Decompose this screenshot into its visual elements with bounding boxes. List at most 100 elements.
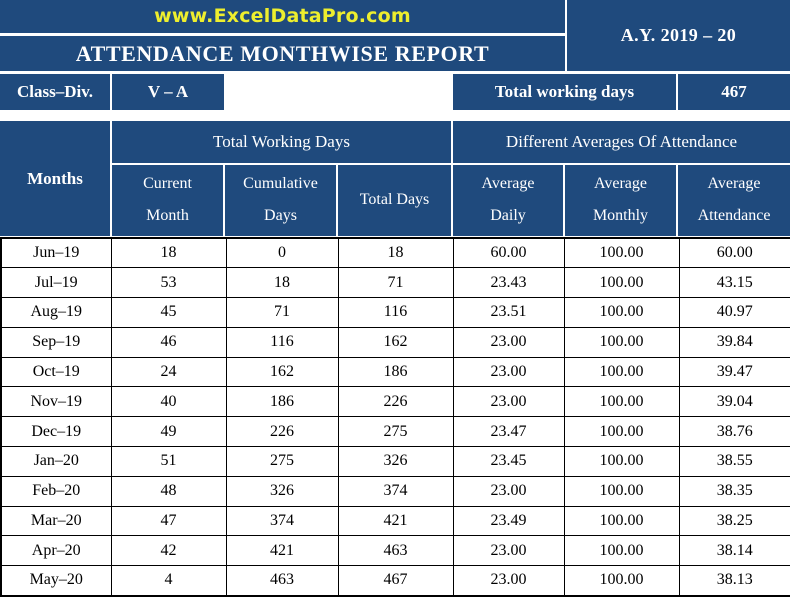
table-row: Aug–19 45 71 116 23.51 100.00 40.97	[0, 297, 790, 328]
cell-average-attendance: 39.84	[678, 326, 790, 358]
cell-month: Jul–19	[0, 267, 112, 299]
column-header-months: Months	[0, 121, 110, 236]
table-row: Feb–20 48 326 374 23.00 100.00 38.35	[0, 475, 790, 507]
column-header-average-monthly: Average Monthly	[565, 165, 676, 236]
cell-average-daily: 23.00	[452, 356, 565, 388]
attendance-report-sheet: www.ExcelDataPro.com ATTENDANCE MONTHWIS…	[0, 0, 790, 601]
table-row: Mar–20 47 374 421 23.49 100.00 38.25	[0, 505, 790, 537]
column-header-line2: Attendance	[697, 206, 771, 224]
cell-average-daily: 23.51	[452, 297, 565, 328]
cell-total-days: 421	[337, 505, 454, 537]
cell-cumulative-days: 226	[225, 416, 339, 448]
cell-cumulative-days: 421	[225, 535, 339, 567]
cell-average-attendance: 43.15	[678, 267, 790, 299]
cell-total-days: 326	[337, 446, 454, 477]
cell-total-days: 374	[337, 475, 454, 507]
cell-current-month: 24	[110, 356, 227, 388]
cell-average-daily: 23.49	[452, 505, 565, 537]
cell-current-month: 48	[110, 475, 227, 507]
column-header-line1: Cumulative	[243, 175, 318, 193]
group-header-total-working-days: Total Working Days	[112, 121, 451, 163]
cell-average-daily: 23.00	[452, 565, 565, 597]
table-row: Dec–19 49 226 275 23.47 100.00 38.76	[0, 416, 790, 448]
cell-month: Jan–20	[0, 446, 112, 477]
cell-current-month: 45	[110, 297, 227, 328]
cell-average-monthly: 100.00	[563, 326, 680, 358]
column-header-average-daily: Average Daily	[453, 165, 563, 236]
cell-total-days: 18	[337, 237, 454, 269]
cell-current-month: 40	[110, 386, 227, 418]
cell-current-month: 4	[110, 565, 227, 597]
cell-cumulative-days: 162	[225, 356, 339, 388]
table-row: May–20 4 463 467 23.00 100.00 38.13	[0, 565, 790, 597]
cell-total-days: 71	[337, 267, 454, 299]
cell-month: Sep–19	[0, 326, 112, 358]
cell-cumulative-days: 374	[225, 505, 339, 537]
cell-month: Aug–19	[0, 297, 112, 328]
cell-average-attendance: 38.55	[678, 446, 790, 477]
cell-average-daily: 23.43	[452, 267, 565, 299]
cell-total-days: 463	[337, 535, 454, 567]
cell-average-monthly: 100.00	[563, 565, 680, 597]
cell-average-monthly: 100.00	[563, 297, 680, 328]
cell-cumulative-days: 18	[225, 267, 339, 299]
cell-average-attendance: 38.76	[678, 416, 790, 448]
column-header-line2: Days	[264, 206, 297, 224]
cell-average-daily: 23.00	[452, 326, 565, 358]
cell-average-attendance: 38.25	[678, 505, 790, 537]
group-header-different-averages: Different Averages Of Attendance	[453, 121, 790, 163]
cell-month: Jun–19	[0, 237, 112, 269]
cell-average-daily: 23.45	[452, 446, 565, 477]
cell-average-monthly: 100.00	[563, 446, 680, 477]
cell-average-monthly: 100.00	[563, 535, 680, 567]
column-header-total-days: Total Days	[338, 165, 451, 236]
cell-average-daily: 23.00	[452, 386, 565, 418]
table-row: Jul–19 53 18 71 23.43 100.00 43.15	[0, 267, 790, 299]
column-header-current-month: Current Month	[112, 165, 223, 236]
cell-average-monthly: 100.00	[563, 475, 680, 507]
column-header-line1: Total Days	[359, 191, 430, 209]
cell-month: May–20	[0, 565, 112, 597]
cell-average-monthly: 100.00	[563, 237, 680, 269]
cell-month: Dec–19	[0, 416, 112, 448]
cell-month: Mar–20	[0, 505, 112, 537]
cell-average-attendance: 39.47	[678, 356, 790, 388]
cell-total-days: 275	[337, 416, 454, 448]
cell-average-attendance: 38.14	[678, 535, 790, 567]
column-header-line1: Average	[594, 175, 647, 193]
cell-total-days: 116	[337, 297, 454, 328]
class-div-value[interactable]: V – A	[112, 74, 224, 110]
column-header-line1: Current	[143, 175, 192, 193]
cell-month: Oct–19	[0, 356, 112, 388]
table-row: Jan–20 51 275 326 23.45 100.00 38.55	[0, 446, 790, 477]
table-row: Nov–19 40 186 226 23.00 100.00 39.04	[0, 386, 790, 418]
page-title: ATTENDANCE MONTHWISE REPORT	[0, 36, 565, 71]
cell-average-daily: 23.00	[452, 535, 565, 567]
cell-average-attendance: 38.35	[678, 475, 790, 507]
table-row: Jun–19 18 0 18 60.00 100.00 60.00	[0, 237, 790, 269]
total-working-days-label: Total working days	[453, 74, 676, 110]
cell-average-daily: 60.00	[452, 237, 565, 269]
cell-average-attendance: 40.97	[678, 297, 790, 328]
cell-current-month: 18	[110, 237, 227, 269]
column-header-line1: Average	[481, 175, 535, 193]
cell-cumulative-days: 275	[225, 446, 339, 477]
cell-average-monthly: 100.00	[563, 356, 680, 388]
cell-cumulative-days: 71	[225, 297, 339, 328]
table-row: Oct–19 24 162 186 23.00 100.00 39.47	[0, 356, 790, 388]
cell-average-attendance: 38.13	[678, 565, 790, 597]
cell-month: Nov–19	[0, 386, 112, 418]
cell-current-month: 47	[110, 505, 227, 537]
cell-average-monthly: 100.00	[563, 386, 680, 418]
cell-month: Apr–20	[0, 535, 112, 567]
column-header-line1: Average	[707, 175, 761, 193]
attendance-data-table: Jun–19 18 0 18 60.00 100.00 60.00 Jul–19 53 18 71 2…	[0, 237, 790, 597]
column-header-average-attendance: Average Attendance	[678, 165, 790, 236]
class-div-label: Class–Div.	[0, 74, 110, 110]
cell-total-days: 467	[337, 565, 454, 597]
cell-cumulative-days: 463	[225, 565, 339, 597]
column-header-line2: Monthly	[592, 206, 649, 224]
cell-cumulative-days: 116	[225, 326, 339, 358]
cell-average-attendance: 39.04	[678, 386, 790, 418]
cell-month: Feb–20	[0, 475, 112, 507]
